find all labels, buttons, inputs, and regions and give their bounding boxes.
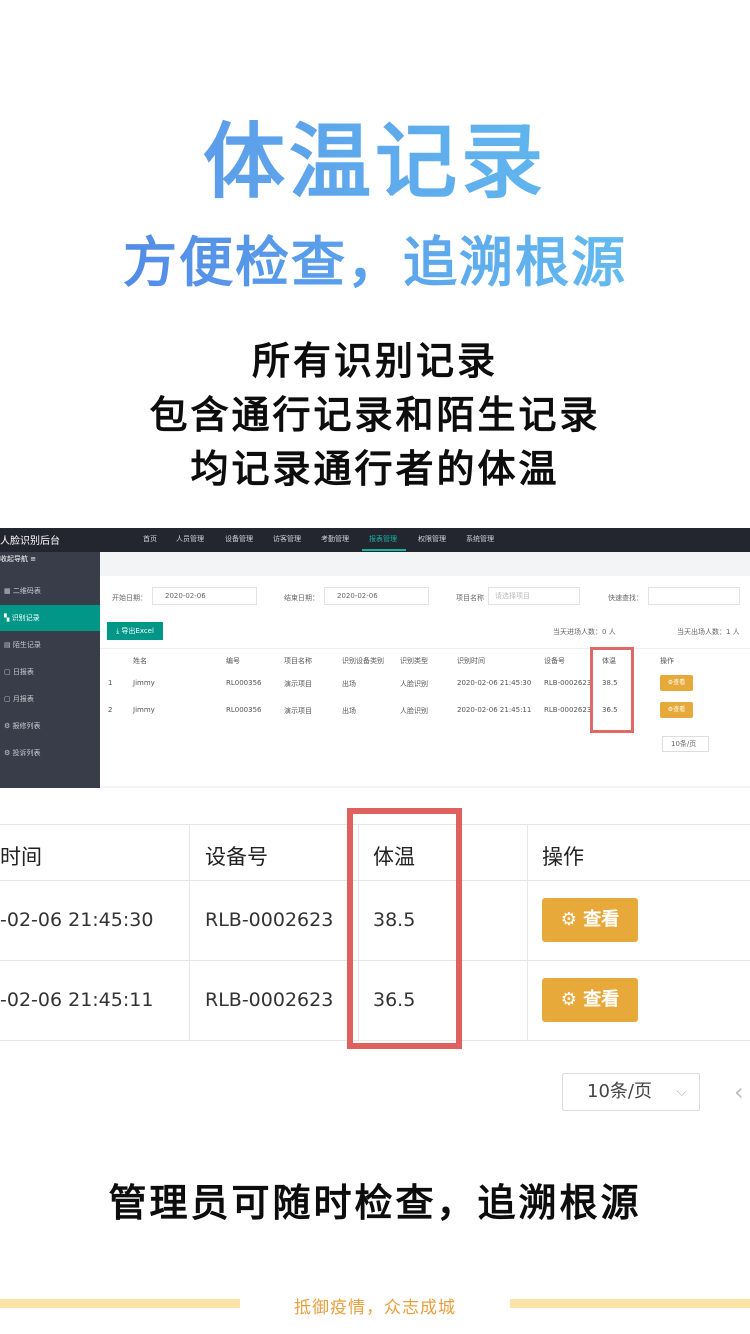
cell-device: RLB-0002623 [205,909,334,931]
bottom-caption: 管理员可随时检查，追溯根源 [108,1181,642,1225]
row-device-type: 出场 [342,680,356,688]
export-label: 导出Excel [121,627,154,635]
row-time: 2020-02-06 21:45:11 [457,706,532,714]
sidebar-item-recognition[interactable]: ▚ 识别记录 [0,605,100,631]
description-line-1: 所有识别记录 [251,339,498,383]
col-divider [189,824,190,1040]
prev-page-icon[interactable]: ‹ [734,1078,744,1106]
sidebar-item-stranger[interactable]: ▤ 陌生记录 [0,632,100,658]
sidebar-item-complaint[interactable]: ⚙ 投诉列表 [0,740,100,766]
nav-attendance[interactable]: 考勤管理 [321,534,349,544]
row-project: 演示项目 [284,680,312,688]
col-project: 项目名称 [284,657,312,665]
row-code: RL000356 [226,706,262,714]
nav-reports[interactable]: 报表管理 [369,534,397,544]
page-size-select[interactable]: 10条/页 ⌵ [562,1073,700,1111]
view-label: 查看 [673,706,686,713]
sidebar-item-label: 日报表 [12,668,34,676]
sidebar-item-label: 报修列表 [12,722,41,730]
col-recog-type: 识别类型 [400,657,428,665]
start-date-label: 开始日期： [112,594,147,602]
quick-search-input[interactable] [648,587,740,605]
nav-people[interactable]: 人员管理 [176,534,204,544]
row-name: Jimmy [133,679,155,687]
temperature-highlight-box [590,647,634,733]
col-code: 编号 [226,657,240,665]
view-label: 查看 [583,909,620,930]
view-label: 查看 [583,989,620,1010]
header-time: 时间 [0,845,42,869]
sidebar-item-repair[interactable]: ⚙ 报修列表 [0,713,100,739]
hero-subtitle: 方便检查，追溯根源 [0,218,750,297]
sidebar-item-label: 陌生记录 [12,641,41,649]
row-time: 2020-02-06 21:45:30 [457,679,532,687]
view-button[interactable]: ⚙ 查看 [542,898,638,942]
row-device-type: 出场 [342,707,356,715]
footer-slogan: 抵御疫情，众志成城 [294,1298,456,1318]
col-device: 设备号 [544,657,565,665]
nav-permissions[interactable]: 权限管理 [418,534,446,544]
sidebar-item-monthly[interactable]: ▢ 月报表 [0,686,100,712]
sidebar-item-label: 二维码表 [12,587,41,595]
project-label: 项目名称 [456,594,484,602]
row-name: Jimmy [133,706,155,714]
col-name: 姓名 [133,657,147,665]
end-date-input[interactable]: 2020-02-06 [324,587,429,605]
nav-system[interactable]: 系统管理 [466,534,494,544]
table-divider [100,648,750,649]
nav-visitors[interactable]: 访客管理 [273,534,301,544]
row-recog-type: 人脸识别 [400,707,428,715]
admin-screenshot: 人脸识别后台 首页 人员管理 设备管理 访客管理 考勤管理 报表管理 权限管理 … [0,528,750,788]
sidebar-item-qrcode[interactable]: ▦ 二维码表 [0,578,100,604]
col-divider [527,824,528,1040]
sidebar-item-label: 月报表 [12,695,34,703]
nav-devices[interactable]: 设备管理 [225,534,253,544]
col-action: 操作 [660,657,674,665]
view-label: 查看 [673,679,686,686]
brand-title: 人脸识别后台 [0,536,60,547]
nav-home[interactable]: 首页 [143,534,157,544]
page-size-select[interactable]: 10条/页 [662,736,710,752]
view-button[interactable]: ⚙ 查看 [542,978,638,1022]
col-time: 识别时间 [457,657,485,665]
col-device-type: 识别设备类别 [342,657,384,665]
row-device: RLB-0002623 [544,706,592,714]
header-action: 操作 [542,845,584,869]
cell-time: -02-06 21:45:11 [0,989,154,1011]
description-line-2: 包含通行记录和陌生记录 [149,393,601,437]
sidebar-collapse[interactable]: 收起导航 ≡ [0,554,36,564]
description-line-3: 均记录通行者的体温 [190,447,560,491]
end-date-label: 结束日期： [284,594,319,602]
view-button[interactable]: ⚙查看 [660,675,693,691]
cell-device: RLB-0002623 [205,989,334,1011]
chevron-down-icon: ⌵ [676,1084,687,1100]
temperature-highlight-box [347,808,462,1049]
export-excel-button[interactable]: ⤓ 导出Excel [107,622,163,640]
sidebar-item-label: 投诉列表 [12,749,41,757]
stats-out: 当天出场人数：1 人 [677,628,740,636]
row-code: RL000356 [226,679,262,687]
hero-title: 体温记录 [0,95,750,214]
cell-time: -02-06 21:45:30 [0,909,154,931]
header-device: 设备号 [205,845,268,869]
stats-in: 当天进场人数：0 人 [553,628,616,636]
sidebar-item-daily[interactable]: ▢ 日报表 [0,659,100,685]
row-index: 1 [108,679,113,687]
view-button[interactable]: ⚙查看 [660,702,693,718]
page-size-label: 10条/页 [587,1081,652,1102]
row-index: 2 [108,706,113,714]
nav-active-indicator [362,549,406,551]
sidebar-item-label: 识别记录 [11,614,40,622]
row-device: RLB-0002623 [544,679,592,687]
quick-search-label: 快速查找： [608,594,643,602]
row-project: 演示项目 [284,707,312,715]
project-select[interactable]: 请选择项目 [488,587,580,605]
start-date-input[interactable]: 2020-02-06 [152,587,257,605]
zoomed-table: 时间 设备号 体温 操作 -02-06 21:45:30 RLB-0002623… [0,808,750,1056]
row-recog-type: 人脸识别 [400,680,428,688]
